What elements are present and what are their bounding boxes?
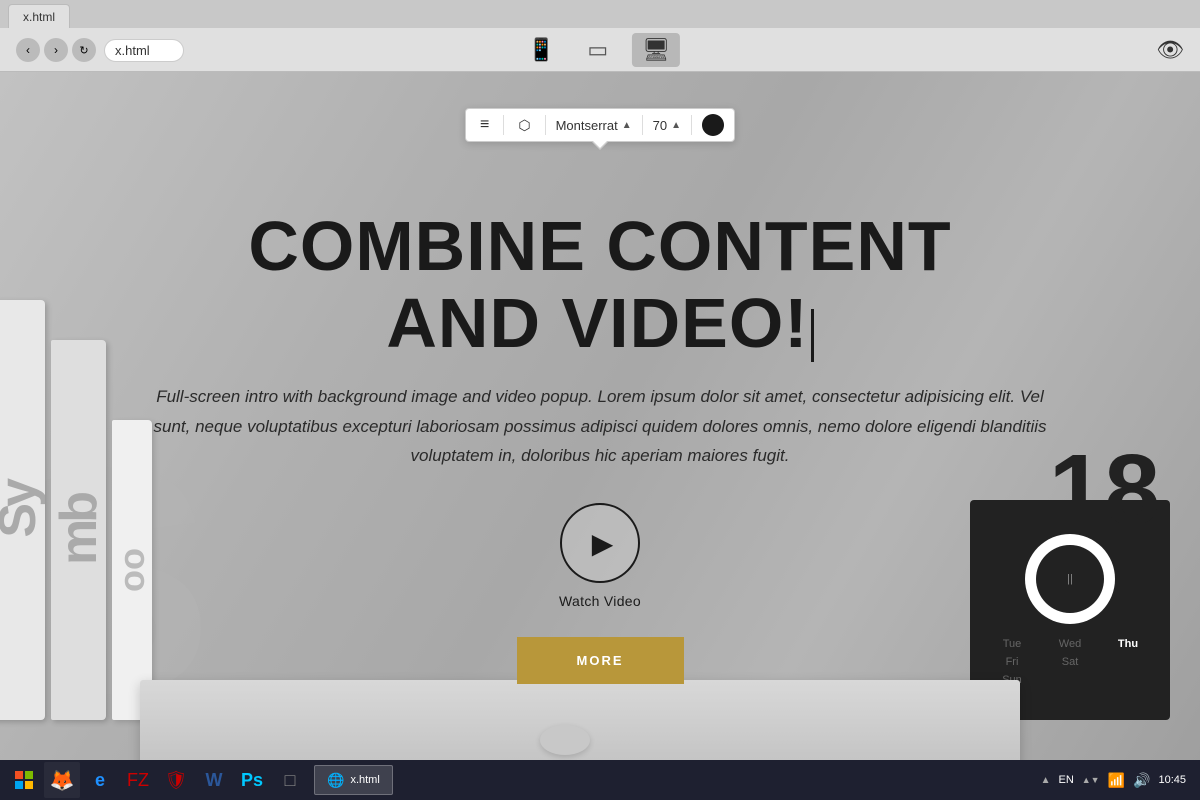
taskbar-word[interactable]: W — [196, 762, 232, 798]
word-icon: W — [206, 770, 223, 791]
forward-button[interactable]: › — [44, 38, 68, 62]
toolbar-separator-4 — [691, 115, 692, 135]
tray-arrow-up[interactable]: ▲ — [1041, 775, 1051, 786]
taskbar: 🦊 e FZ 🛡 W Ps □ 🌐 x.html ▲ EN ▲▼ 📶 🔊 10:… — [0, 760, 1200, 800]
toolbar-separator-1 — [503, 115, 504, 135]
clock-time: 10:45 — [1158, 774, 1186, 786]
toolbar-separator-2 — [545, 115, 546, 135]
hero-title-line2: and VIDEO! — [386, 284, 813, 362]
book-1-text: Sy — [0, 482, 44, 538]
hero-content: COMBINE CONTENT and VIDEO! Full-screen i… — [100, 208, 1100, 684]
back-button[interactable]: ‹ — [16, 38, 40, 62]
size-caret-icon: ▲ — [671, 120, 681, 131]
filezilla-icon: FZ — [127, 770, 149, 791]
windows-logo-icon — [15, 771, 33, 789]
link-button[interactable]: ⬡ — [514, 115, 534, 136]
other-icon: □ — [285, 770, 296, 791]
taskbar-active-window[interactable]: 🌐 x.html — [314, 765, 393, 795]
preview-eye-icon[interactable]: 👁 — [1156, 37, 1184, 63]
book-2-text: mb — [53, 495, 105, 565]
video-section: ▶ Watch Video — [100, 503, 1100, 609]
laptop-mouse — [540, 725, 590, 755]
text-cursor — [811, 309, 814, 362]
book-2: mb — [51, 340, 106, 720]
firefox-icon: 🦊 — [50, 768, 75, 793]
floating-toolbar: ≡ ⬡ Montserrat ▲ 70 ▲ — [465, 108, 735, 142]
browser-filename: x.html — [104, 39, 184, 62]
device-icons: 📱 ▭ 🖥 — [520, 33, 680, 67]
clock-day-thu: Thu — [1102, 638, 1154, 650]
hero-subtitle: Full-screen intro with background image … — [150, 382, 1050, 471]
ie-icon: e — [95, 770, 105, 791]
font-size: 70 — [653, 118, 667, 133]
active-window-icon: 🌐 — [327, 772, 344, 789]
tray-lang-arrows: ▲▼ — [1082, 775, 1100, 785]
volume-icon: 🔊 — [1133, 772, 1150, 789]
browser-chrome: x.html ‹ › ↻ x.html 📱 ▭ 🖥 👁 — [0, 0, 1200, 72]
taskbar-firefox[interactable]: 🦊 — [44, 762, 80, 798]
antivirus-icon: 🛡 — [165, 770, 188, 791]
font-selector[interactable]: Montserrat ▲ — [556, 118, 632, 133]
watch-video-button[interactable]: ▶ — [560, 503, 640, 583]
align-button[interactable]: ≡ — [476, 114, 493, 136]
active-window-label: x.html — [350, 774, 379, 786]
tablet-icon[interactable]: ▭ — [579, 33, 616, 67]
start-button[interactable] — [6, 762, 42, 798]
font-caret-icon: ▲ — [622, 120, 632, 131]
browser-tab[interactable]: x.html — [8, 4, 70, 28]
taskbar-antivirus[interactable]: 🛡 — [158, 762, 194, 798]
font-name: Montserrat — [556, 118, 618, 133]
book-1: Sy — [0, 300, 45, 720]
taskbar-photoshop[interactable]: Ps — [234, 762, 270, 798]
toolbar-arrow-inner — [592, 140, 608, 148]
network-icon: 📶 — [1108, 772, 1125, 789]
photoshop-icon: Ps — [241, 770, 263, 791]
clock-day-empty — [1102, 656, 1154, 668]
taskbar-other[interactable]: □ — [272, 762, 308, 798]
tray-lang: EN — [1058, 774, 1073, 786]
system-tray: ▲ EN ▲▼ 📶 🔊 10:45 — [1041, 772, 1194, 789]
browser-tab-bar: x.html — [0, 0, 1200, 28]
address-bar-row: ‹ › ↻ x.html 📱 ▭ 🖥 👁 — [0, 28, 1200, 72]
more-button[interactable]: MORE — [517, 637, 684, 684]
hero-section: Sy mb oo S 18 || Tue Wed Thu Fri Sat — [0, 72, 1200, 800]
mobile-icon[interactable]: 📱 — [520, 33, 563, 67]
taskbar-filezilla[interactable]: FZ — [120, 762, 156, 798]
font-size-selector[interactable]: 70 ▲ — [653, 118, 681, 133]
hero-title: COMBINE CONTENT and VIDEO! — [100, 208, 1100, 362]
refresh-button[interactable]: ↻ — [72, 38, 96, 62]
play-icon: ▶ — [592, 527, 614, 560]
toolbar-separator-3 — [642, 115, 643, 135]
watch-video-label: Watch Video — [559, 593, 641, 609]
tab-title: x.html — [23, 10, 55, 24]
taskbar-ie[interactable]: e — [82, 762, 118, 798]
hero-title-line1: COMBINE CONTENT — [248, 207, 951, 285]
color-swatch[interactable] — [702, 114, 724, 136]
desktop-icon[interactable]: 🖥 — [632, 33, 680, 67]
